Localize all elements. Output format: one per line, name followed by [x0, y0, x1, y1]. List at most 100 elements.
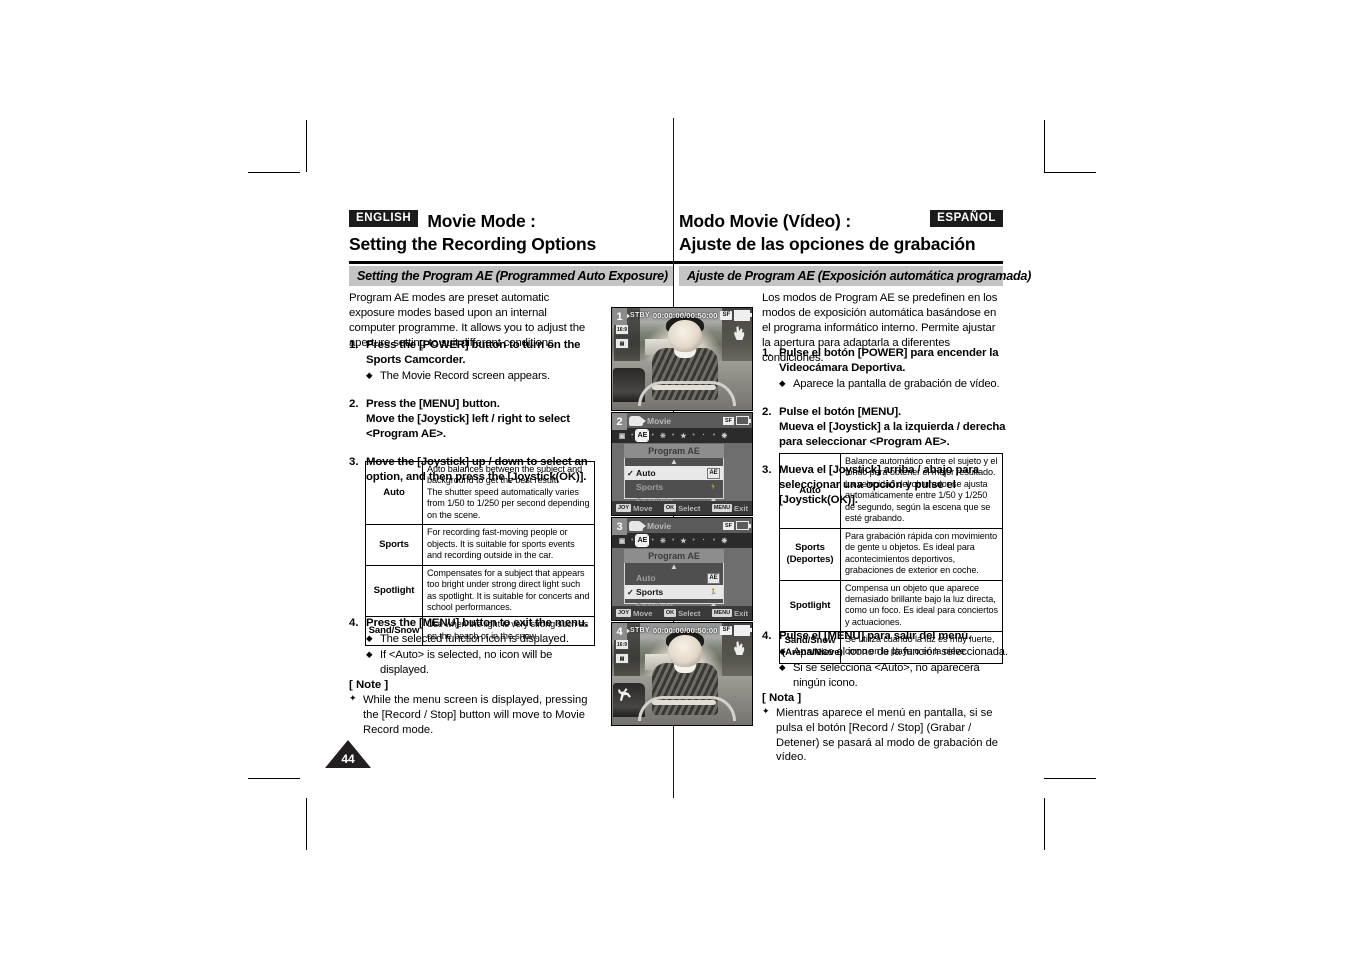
screenshot-2-program-ae-auto: Movie SF ▣ • AE • ❊ • ★ • · • ❋ Program …	[611, 412, 753, 516]
tab-effect-icon[interactable]: ❋	[718, 430, 730, 441]
tab-separator: •	[651, 537, 654, 544]
english-header-rule	[349, 261, 673, 264]
step-bullet-text: The selected function icon is displayed.	[380, 633, 569, 646]
footer-select: OK Select	[663, 504, 700, 513]
tab-white-balance-icon[interactable]: ❊	[657, 430, 669, 441]
spanish-header-rule	[674, 261, 1003, 264]
spanish-step-1: 1. Pulse el botón [POWER] para encender …	[762, 346, 1012, 392]
menu-option-list: ▲ ✓ Auto AE Sports 🏃 Spotlight ◉ ▼	[624, 458, 724, 515]
menu-item-auto[interactable]: ✓ Auto AE	[625, 466, 723, 480]
table-row: Auto Auto balances between the subject a…	[365, 460, 595, 526]
scroll-up-arrow-icon[interactable]: ▲	[625, 458, 723, 466]
osd-left-icons: 16:9 ▤	[615, 324, 629, 349]
tab-scene-icon[interactable]: ▣	[616, 535, 628, 546]
footer-exit: MENU Exit	[711, 504, 748, 513]
english-step-2: 2. Press the [MENU] button. Move the [Jo…	[349, 397, 599, 442]
sports-runner-icon: 🏃	[709, 589, 718, 596]
spanish-section-bar: Ajuste de Program AE (Exposición automát…	[679, 266, 1031, 286]
option-desc: Auto balances between the subject and ba…	[422, 460, 595, 526]
option-name: Spotlight	[779, 579, 841, 633]
boy-head	[668, 320, 702, 352]
step-bullet-text: The Movie Record screen appears.	[380, 370, 550, 383]
english-header: ENGLISH Movie Mode : Setting the Recordi…	[349, 210, 665, 256]
crop-mark-tr-v	[1044, 120, 1045, 172]
step-number: 3.	[762, 464, 772, 477]
step-bullet: ◆ The selected function icon is displaye…	[366, 632, 601, 647]
diamond-bullet-icon: ◆	[779, 661, 786, 672]
step-number: 2.	[762, 405, 772, 418]
tab-focus-icon[interactable]: ·	[698, 535, 710, 546]
screenshot-3-program-ae-sports: Movie SF ▣ • AE • ❊ • ★ • · • ❋ Program …	[611, 517, 753, 621]
submenu-header: Program AE	[624, 444, 724, 458]
menu-item-sports[interactable]: ✓ Sports 🏃	[625, 585, 723, 599]
tab-separator: •	[631, 537, 634, 544]
quality-chip: SF	[722, 521, 734, 530]
tab-separator: •	[671, 537, 675, 544]
menu-title-label: Movie	[647, 520, 672, 531]
step-number: 2.	[349, 397, 359, 410]
footer-label: Select	[678, 608, 701, 618]
menu-item-label: Auto	[636, 573, 656, 583]
osd-top-bar: STBY 00:00:00/00:50:00 SF	[614, 624, 752, 637]
option-desc: Para grabación rápida con movimiento de …	[840, 527, 1003, 581]
submenu-header: Program AE	[624, 549, 724, 563]
menu-key-icon: MENU	[711, 609, 733, 617]
tab-separator: •	[712, 537, 716, 544]
screenshot-4-movie-record-sports: STBY 00:00:00/00:50:00 SF 16:9 ▤ 4	[611, 622, 753, 726]
step-bullet: ◆ Si se selecciona <Auto>, no aparecerá …	[779, 661, 1012, 691]
footer-label: Move	[633, 608, 653, 618]
spanish-section-title: Ajuste de Program AE (Exposición automát…	[687, 269, 1032, 283]
footer-label: Exit	[734, 608, 748, 618]
menu-item-label: Auto	[636, 468, 656, 478]
spanish-title-line2: Ajuste de las opciones de grabación	[679, 234, 976, 255]
check-icon: ✓	[627, 587, 634, 597]
option-name: Auto	[365, 460, 423, 526]
option-name: Sports	[365, 524, 423, 566]
tab-bls-icon[interactable]: ★	[677, 535, 689, 546]
menu-title-bar: Movie SF	[612, 518, 752, 533]
osd-timecode: 00:00:00/00:50:00	[652, 311, 718, 320]
tab-white-balance-icon[interactable]: ❊	[657, 535, 669, 546]
widescreen-icon: ▤	[615, 653, 629, 664]
osd-timecode: 00:00:00/00:50:00	[652, 626, 718, 635]
tab-focus-icon[interactable]: ·	[698, 430, 710, 441]
tab-scene-icon[interactable]: ▣	[616, 430, 628, 441]
osd-status: STBY	[630, 312, 650, 319]
english-note: [ Note ] ✦ While the menu screen is disp…	[349, 679, 601, 737]
crop-mark-tr-h	[1044, 172, 1096, 173]
tab-bls-icon[interactable]: ★	[677, 430, 689, 441]
menu-item-label: Sports	[636, 482, 664, 492]
diamond-bullet-icon: ◆	[779, 378, 786, 389]
step-text: Press the [MENU] button. Move the [Joyst…	[366, 397, 570, 440]
crop-mark-bl-h	[248, 778, 300, 779]
step-bullet: ◆ Aparece el icono de la función selecci…	[779, 645, 1012, 660]
spanish-step-4: 4. Pulse el [MENU] para salir del menú. …	[762, 629, 1012, 690]
step-bullet-text: Aparece la pantalla de grabación de víde…	[793, 378, 1000, 391]
step-bullet: ◆ The Movie Record screen appears.	[366, 369, 599, 384]
tab-effect-icon[interactable]: ❋	[718, 535, 730, 546]
language-badge-spanish: ESPAÑOL	[930, 210, 1003, 228]
table-row: Spotlight Compensa un objeto que aparece…	[779, 579, 1003, 633]
diamond-bullet-icon: ◆	[366, 633, 373, 644]
option-desc: Compensa un objeto que aparece demasiado…	[840, 579, 1003, 633]
ok-key-icon: OK	[663, 609, 677, 617]
tab-program-ae-icon[interactable]: AE	[635, 534, 650, 547]
menu-tab-strip: ▣ • AE • ❊ • ★ • · • ❋	[612, 533, 752, 548]
note-item: ✦ While the menu screen is displayed, pr…	[349, 693, 601, 737]
english-title-line1: Movie Mode :	[427, 211, 536, 231]
menu-item-sports[interactable]: Sports 🏃	[625, 480, 723, 494]
tab-program-ae-icon[interactable]: AE	[635, 429, 650, 442]
spanish-note: [ Nota ] ✦ Mientras aparece el menú en p…	[762, 692, 1012, 765]
menu-footer-bar: JOY Move OK Select MENU Exit	[612, 501, 752, 515]
crop-mark-tl-v	[306, 120, 307, 172]
step-tag: 1	[612, 308, 627, 325]
osd-top-bar: STBY 00:00:00/00:50:00 SF	[614, 309, 752, 322]
aspect-ratio-icon: 16:9	[615, 639, 629, 650]
step-number: 4.	[762, 630, 772, 642]
menu-key-icon: MENU	[711, 504, 733, 512]
option-desc: Balance automático entre el sujeto y el …	[840, 453, 1003, 529]
scroll-up-arrow-icon[interactable]: ▲	[625, 563, 723, 571]
step-number: 1.	[349, 339, 359, 351]
menu-item-auto[interactable]: Auto AE	[625, 571, 723, 585]
joystick-key-icon: JOY	[616, 504, 632, 512]
